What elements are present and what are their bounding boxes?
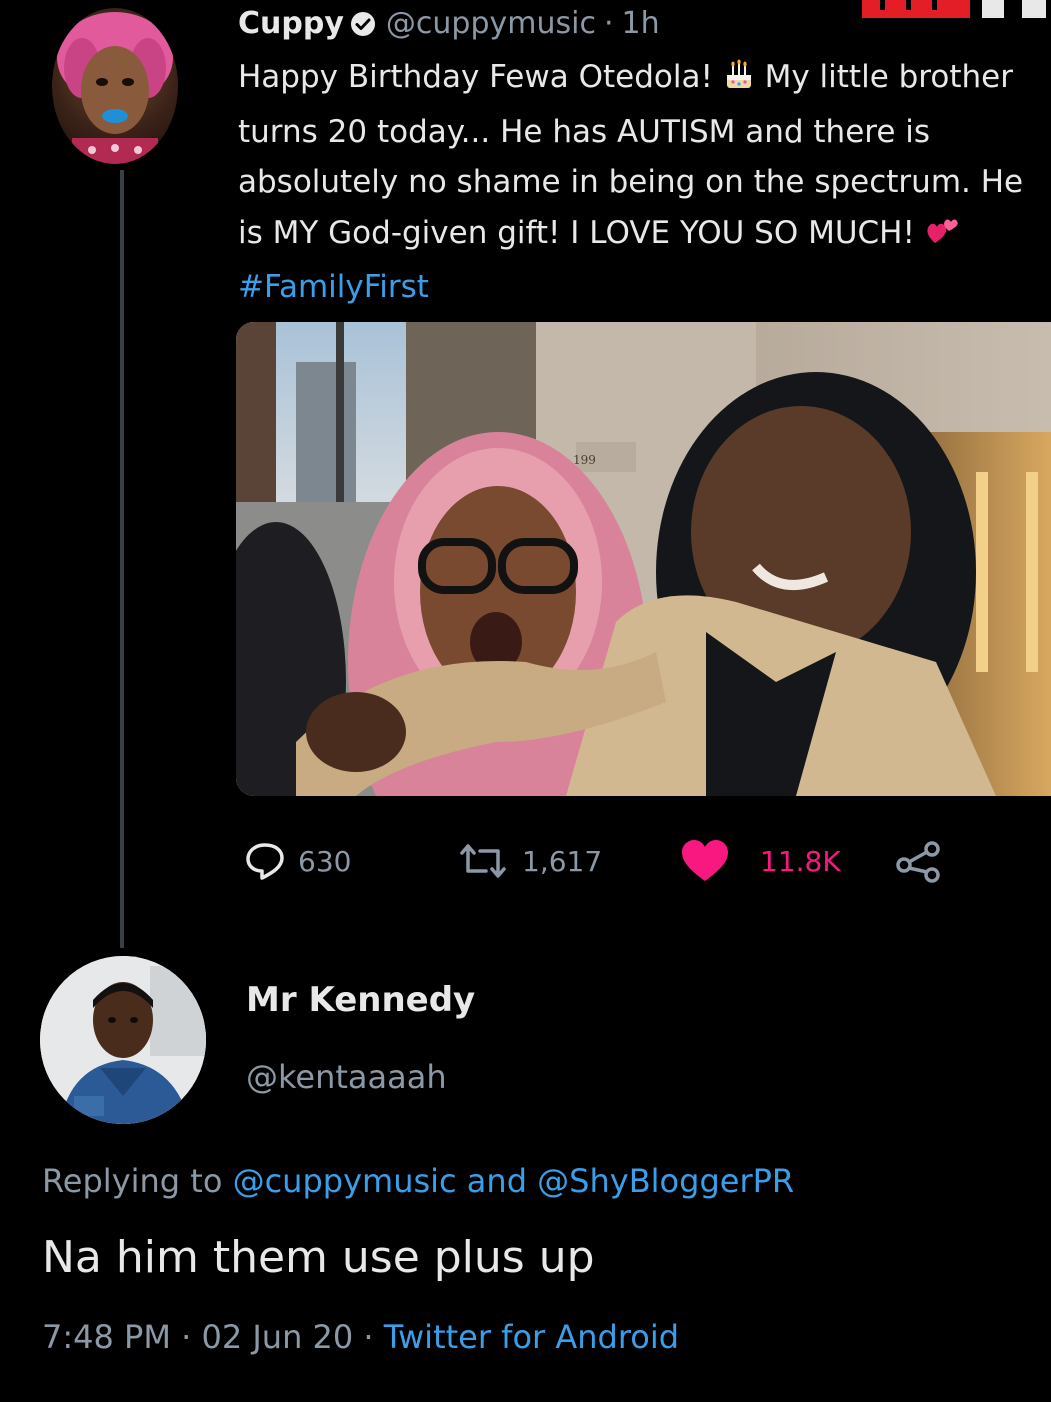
tweet-author-name[interactable]: Cuppy — [238, 6, 344, 41]
avatar-kennedy[interactable] — [40, 956, 206, 1124]
avatar-cuppy[interactable] — [52, 8, 178, 164]
share-button[interactable] — [894, 836, 944, 886]
tweet-header: Cuppy @cuppymusic · 1h — [238, 4, 660, 42]
retweet-button[interactable]: 1,617 — [456, 836, 602, 886]
heart-icon — [682, 840, 728, 881]
reply-count: 630 — [298, 844, 352, 878]
two-hearts-emoji — [925, 212, 959, 263]
mention-cuppymusic-link[interactable]: @cuppymusic — [233, 1162, 457, 1200]
share-icon — [896, 841, 940, 883]
meta-separator-2: · — [353, 1318, 384, 1356]
retweet-icon — [460, 844, 506, 878]
reply-date[interactable]: 02 Jun 20 — [201, 1318, 353, 1356]
hashtag-familyfirst-link[interactable]: #FamilyFirst — [238, 269, 429, 305]
reply-author-name[interactable]: Mr Kennedy — [246, 980, 475, 1020]
reply-text: Na him them use plus up — [42, 1232, 595, 1283]
like-count: 11.8K — [760, 844, 841, 878]
avatar-kennedy-image — [40, 956, 206, 1124]
thread-connector-line — [120, 170, 124, 948]
cropped-logo-fragment — [862, 0, 1051, 20]
header-separator: · — [603, 5, 614, 41]
tweet-text: Happy Birthday Fewa Otedola! My little b… — [238, 52, 1048, 313]
reply-icon — [246, 843, 284, 880]
like-button[interactable]: 11.8K — [680, 836, 841, 886]
reply-author-handle[interactable]: @kentaaaah — [246, 1058, 447, 1096]
reply-source-link[interactable]: Twitter for Android — [384, 1318, 679, 1356]
retweet-count: 1,617 — [522, 844, 603, 878]
avatar-cuppy-image — [57, 12, 173, 164]
meta-separator-1: · — [170, 1318, 202, 1356]
birthday-cake-emoji — [723, 56, 755, 107]
replying-to-line: Replying to @cuppymusic and @ShyBloggerP… — [42, 1162, 794, 1200]
tweet-photo[interactable]: 199 — [236, 322, 1051, 796]
tweet-photo-image: 199 — [236, 322, 1051, 796]
tweet-author-handle[interactable]: @cuppymusic — [386, 6, 596, 41]
building-number: 199 — [573, 453, 596, 467]
reply-button[interactable]: 630 — [244, 836, 351, 886]
replying-to-and: and — [456, 1162, 538, 1200]
reply-time[interactable]: 7:48 PM — [42, 1318, 171, 1356]
reply-meta: 7:48 PM · 02 Jun 20 · Twitter for Androi… — [42, 1318, 679, 1356]
verified-badge-icon — [350, 10, 376, 36]
tweet-time[interactable]: 1h — [621, 6, 659, 41]
mention-shybloggerpr-link[interactable]: @ShyBloggerPR — [537, 1162, 794, 1200]
tweet-text-part-1: Happy Birthday Fewa Otedola! — [238, 59, 723, 95]
replying-to-prefix: Replying to — [42, 1162, 233, 1200]
